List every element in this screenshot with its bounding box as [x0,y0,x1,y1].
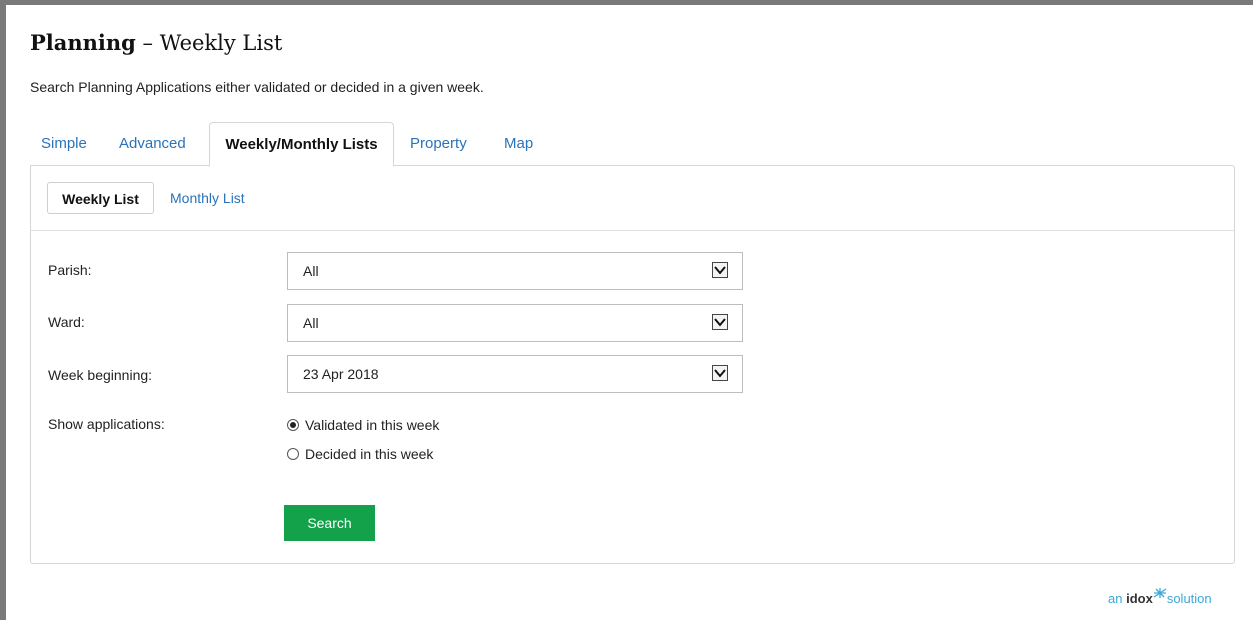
idox-logo: an idox solution [1108,587,1212,606]
idox-star-icon [1153,588,1167,598]
logo-prefix: an [1108,591,1123,606]
week-beginning-label: Week beginning: [48,367,153,383]
show-applications-label: Show applications: [48,416,165,432]
tab-map[interactable]: Map [504,122,533,165]
week-beginning-value: 23 Apr 2018 [303,366,379,382]
intro-text: Search Planning Applications either vali… [30,79,484,95]
radio-decided-label: Decided in this week [305,446,434,462]
page-title: Planning – Weekly List [30,30,282,55]
parish-value: All [303,263,319,279]
page-title-bold: Planning [30,30,136,55]
chevron-down-icon[interactable] [712,262,728,278]
radio-validated-button[interactable] [287,419,299,431]
parish-label: Parish: [48,262,92,278]
tab-advanced[interactable]: Advanced [119,122,186,165]
subtabs-bar: Weekly List Monthly List [31,166,1234,231]
window-frame-left [0,0,6,620]
search-panel: Weekly List Monthly List Parish: All War… [30,165,1235,564]
logo-brand: idox [1126,591,1153,606]
radio-validated-label: Validated in this week [305,417,440,433]
ward-select[interactable]: All [287,304,743,342]
parish-select[interactable]: All [287,252,743,290]
radio-decided-button[interactable] [287,448,299,460]
chevron-down-icon[interactable] [712,365,728,381]
tab-property[interactable]: Property [410,122,467,165]
search-button[interactable]: Search [284,505,375,541]
chevron-down-icon[interactable] [712,314,728,330]
tab-simple[interactable]: Simple [41,122,87,165]
tab-weekly-monthly-lists[interactable]: Weekly/Monthly Lists [209,122,394,167]
window-frame-top [0,0,1253,5]
search-tabs: Simple Advanced Weekly/Monthly Lists Pro… [30,122,1235,167]
subtab-weekly-list[interactable]: Weekly List [47,182,154,214]
subtab-monthly-list[interactable]: Monthly List [170,182,245,214]
logo-suffix: solution [1166,591,1212,606]
ward-value: All [303,315,319,331]
week-beginning-select[interactable]: 23 Apr 2018 [287,355,743,393]
page-title-rest: – Weekly List [142,31,283,55]
ward-label: Ward: [48,314,85,330]
